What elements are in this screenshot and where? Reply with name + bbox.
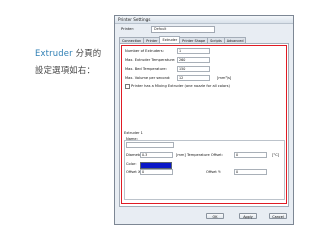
- window-title: Printer Settings: [115, 16, 293, 24]
- printer-settings-window: Printer Settings Printer: Default Connec…: [114, 15, 294, 225]
- offset-y-field[interactable]: 0: [234, 169, 267, 175]
- caption-line-1: Extruder 分頁的: [35, 47, 101, 59]
- printer-select[interactable]: Default: [151, 26, 215, 33]
- apply-button[interactable]: Apply: [239, 213, 257, 219]
- max-temp-label: Max. Extruder Temperature:: [125, 58, 176, 62]
- max-bed-label: Max. Bed Temperature:: [125, 67, 167, 71]
- caption-line-2: 設定選項如右：: [35, 65, 96, 75]
- extruder-color-swatch[interactable]: [140, 162, 172, 169]
- mixing-extruder-checkbox[interactable]: [125, 84, 130, 89]
- extruder-name-field[interactable]: [126, 142, 174, 148]
- temp-offset-label: [mm] Temperature Offset:: [176, 153, 223, 157]
- diameter-field[interactable]: 0.3: [140, 152, 173, 158]
- printer-label: Printer:: [121, 27, 135, 31]
- max-bed-field[interactable]: 150: [177, 66, 210, 72]
- ok-button[interactable]: OK: [206, 213, 224, 219]
- mixing-extruder-label: Printer has a Mixing Extruder (one nozzl…: [131, 84, 230, 88]
- num-extruders-field[interactable]: 1: [177, 48, 210, 54]
- max-volume-unit: [mm³/s]: [217, 76, 232, 80]
- offset-x-field[interactable]: 0: [140, 169, 173, 175]
- caption-accent: Extruder: [35, 48, 73, 58]
- extruder-name-label: Name:: [126, 137, 138, 141]
- num-extruders-label: Number of Extruders:: [125, 49, 164, 53]
- max-volume-label: Max. Volume per second:: [125, 76, 171, 80]
- max-temp-field[interactable]: 260: [177, 57, 210, 63]
- temp-offset-unit: [°C]: [272, 153, 280, 157]
- color-label: Color:: [126, 162, 137, 166]
- cancel-button[interactable]: Cancel: [269, 213, 287, 219]
- temp-offset-field[interactable]: 0: [234, 152, 267, 158]
- max-volume-field[interactable]: 12: [177, 75, 210, 81]
- caption-rest: 分頁的: [72, 48, 102, 58]
- extruder1-group-title: Extruder 1: [124, 131, 143, 135]
- offset-y-label: Offset Y:: [206, 170, 221, 174]
